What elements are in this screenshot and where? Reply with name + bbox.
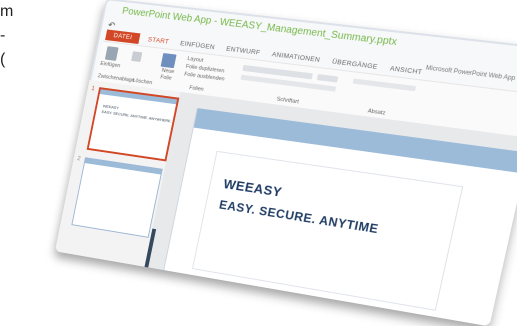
- new-slide-icon[interactable]: [160, 53, 177, 69]
- slide-number-1: 1: [90, 86, 96, 93]
- thumbnail-header-band: [99, 89, 178, 105]
- thumbnail-header-band: [84, 158, 162, 175]
- edge-text-1: m: [0, 3, 14, 20]
- slide-thumbnail-1[interactable]: WEEASY EASY. SECURE. ANYTIME. ANYWHERE.: [86, 87, 180, 162]
- paragraph-buttons[interactable]: [352, 78, 417, 92]
- slide-number-2: 2: [76, 156, 81, 163]
- background-text: m - (: [0, 0, 20, 72]
- cut-icon[interactable]: [131, 51, 143, 63]
- edge-text-3: (: [0, 51, 6, 68]
- layout-button[interactable]: Layout: [187, 56, 204, 64]
- new-slide-label-2[interactable]: Folie: [160, 74, 172, 81]
- powerpoint-window: PowerPoint Web App - WEEASY_Management_S…: [54, 0, 517, 326]
- group-paragraph: Absatz: [367, 108, 386, 117]
- account-label: Microsoft PowerPoint Web App: [425, 65, 516, 83]
- current-slide[interactable]: WEEASY EASY. SECURE. ANYTIME: [161, 108, 517, 326]
- font-size-select[interactable]: [316, 74, 339, 83]
- group-delete: Löschen: [132, 77, 153, 87]
- paste-button[interactable]: Einfügen: [100, 61, 121, 69]
- slide-content-area: [191, 150, 464, 311]
- edge-text-2: -: [0, 27, 6, 44]
- thumbnail-subtitle: EASY. SECURE. ANYTIME. ANYWHERE.: [101, 109, 173, 124]
- group-slides: Folien: [188, 85, 205, 93]
- slide-thumbnail-2[interactable]: [71, 157, 163, 238]
- paste-icon[interactable]: [104, 46, 119, 61]
